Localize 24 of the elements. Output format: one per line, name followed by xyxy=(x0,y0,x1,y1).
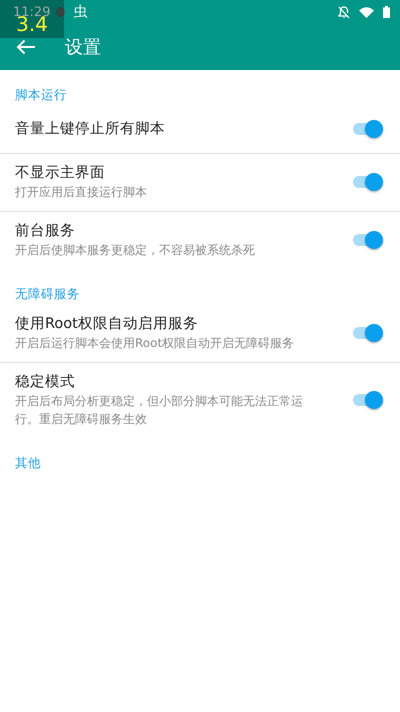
setting-title: 前台服务 xyxy=(15,222,76,241)
battery-icon xyxy=(383,6,390,18)
setting-title: 使用Root权限自动启用服务 xyxy=(15,314,199,334)
section-header: 无障碍服务 xyxy=(14,285,81,303)
toggle-switch[interactable] xyxy=(353,231,383,249)
toggle-switch[interactable] xyxy=(353,324,383,342)
setting-summary: 打开应用后直接运行脚本 xyxy=(15,184,148,201)
toggle-switch[interactable] xyxy=(353,120,383,138)
toolbar-title: 设置 xyxy=(65,36,101,59)
back-arrow-icon[interactable] xyxy=(16,39,36,55)
toggle-switch[interactable] xyxy=(353,391,383,409)
setting-title: 不显示主界面 xyxy=(15,164,106,183)
notification-glyph: 虫 xyxy=(73,3,88,21)
toggle-switch[interactable] xyxy=(353,173,383,191)
setting-summary: 开启后运行脚本会使用Root权限自动开启无障碍服务 xyxy=(15,335,296,352)
setting-title: 稳定模式 xyxy=(15,372,76,392)
setting-summary: 开启后布局分析更稳定，但小部分脚本可能无法正常运行。重启无障碍服务生效 xyxy=(15,393,304,428)
notification-dot-icon xyxy=(56,7,66,17)
setting-summary: 开启后使脚本服务更稳定，不容易被系统杀死 xyxy=(15,242,256,259)
setting-title: 音量上键停止所有脚本 xyxy=(15,120,166,139)
section-header: 脚本运行 xyxy=(14,86,68,104)
wifi-icon xyxy=(359,6,374,18)
section-header: 其他 xyxy=(14,454,42,472)
bell-off-icon xyxy=(338,6,350,18)
